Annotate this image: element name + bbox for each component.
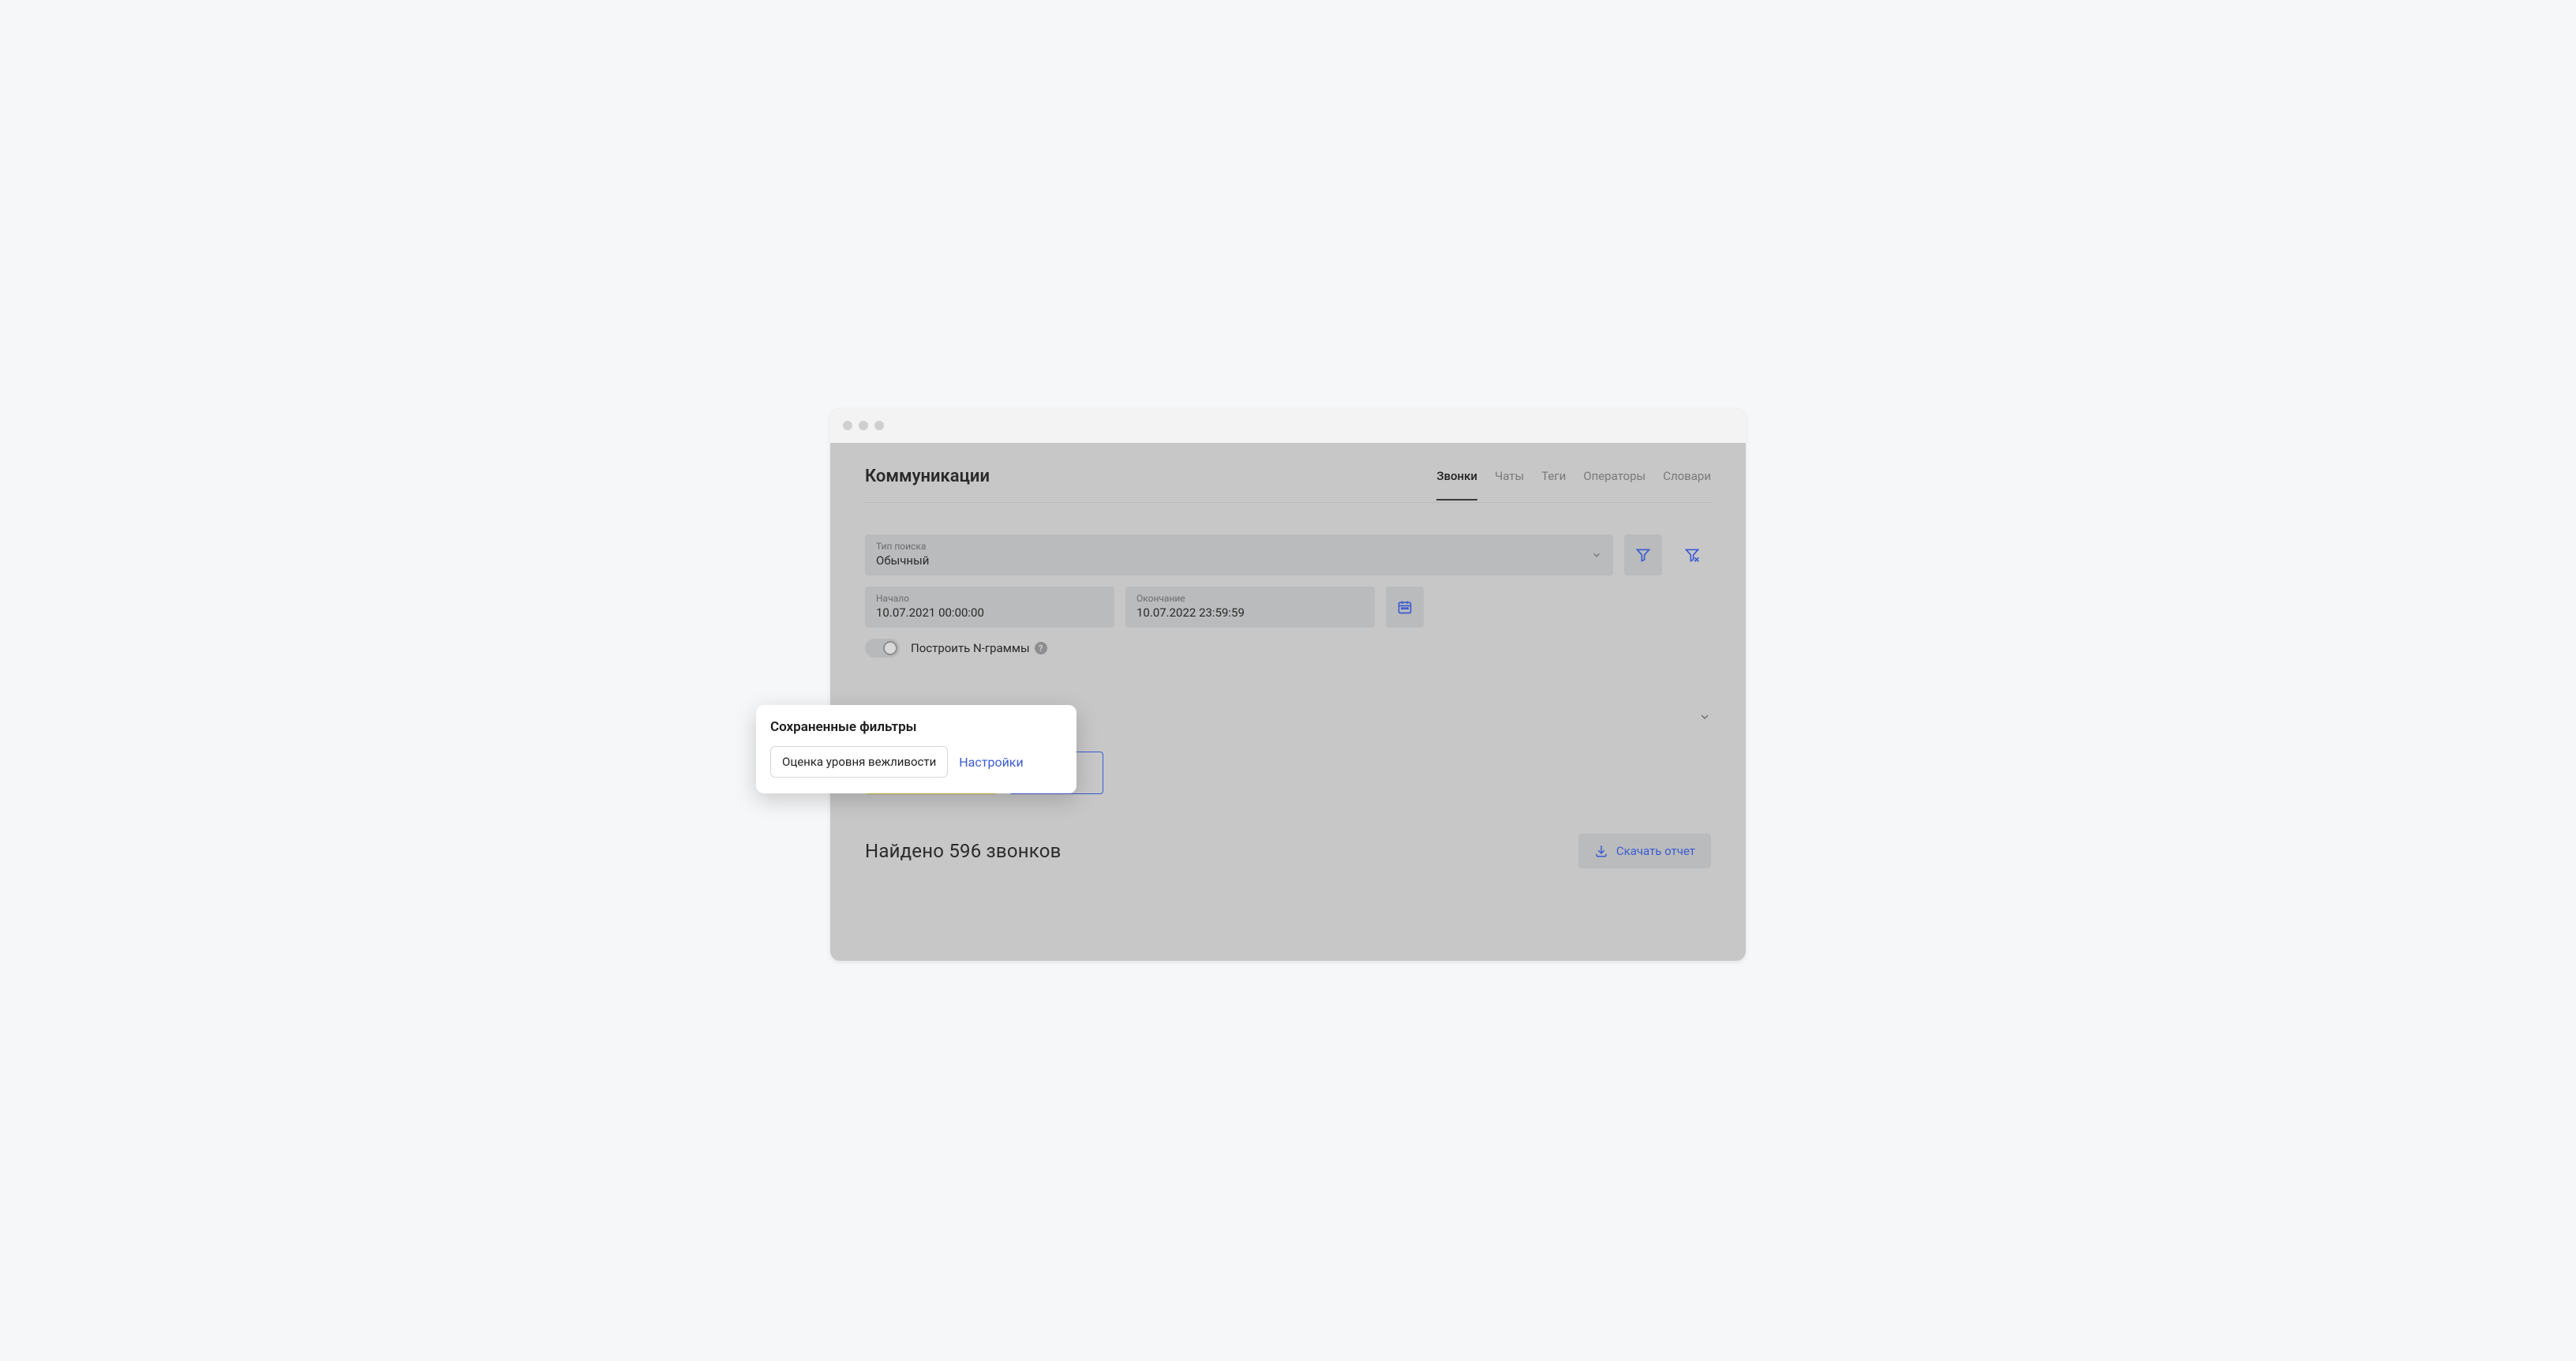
stage: Коммуникации Звонки Чаты Теги Операторы … (691, 366, 1885, 995)
filter-button[interactable] (1624, 534, 1662, 576)
tab-calls[interactable]: Звонки (1436, 469, 1477, 501)
filters-area: Тип поиска Обычный (865, 503, 1711, 868)
date-start-label: Начало (876, 593, 1103, 604)
ngram-label-text: Построить N-граммы (911, 641, 1030, 655)
ngram-row: Построить N-граммы ? (865, 639, 1711, 658)
download-label: Скачать отчет (1616, 844, 1695, 858)
app-window: Коммуникации Звонки Чаты Теги Операторы … (830, 408, 1746, 961)
saved-filter-chip[interactable]: Оценка уровня вежливости (770, 746, 948, 778)
search-type-row: Тип поиска Обычный (865, 534, 1711, 576)
date-end-label: Окончание (1136, 593, 1364, 604)
window-control-close[interactable] (843, 421, 852, 430)
content-area: Коммуникации Звонки Чаты Теги Операторы … (830, 443, 1746, 868)
chevron-down-icon (1698, 710, 1711, 723)
download-report-button[interactable]: Скачать отчет (1578, 834, 1711, 868)
popover-row: Оценка уровня вежливости Настройки (770, 746, 1062, 778)
calendar-button[interactable] (1386, 587, 1424, 628)
window-titlebar (830, 408, 1746, 443)
date-start-value: 10.07.2021 00:00:00 (876, 606, 1103, 620)
search-type-label: Тип поиска (876, 541, 1602, 552)
tab-chats[interactable]: Чаты (1495, 469, 1524, 501)
clear-filter-button[interactable] (1673, 534, 1711, 576)
help-icon[interactable]: ? (1035, 642, 1047, 654)
search-type-select[interactable]: Тип поиска Обычный (865, 534, 1613, 576)
page-title: Коммуникации (865, 467, 990, 486)
tab-operators[interactable]: Операторы (1583, 469, 1646, 501)
tabs: Звонки Чаты Теги Операторы Словари (1436, 469, 1711, 484)
results-row: Найдено 596 звонков Скачать отчет (865, 834, 1711, 868)
funnel-icon (1635, 547, 1651, 563)
date-row: Начало 10.07.2021 00:00:00 Окончание 10.… (865, 587, 1711, 628)
results-count: Найдено 596 звонков (865, 840, 1061, 862)
window-control-zoom[interactable] (874, 421, 884, 430)
ngram-toggle[interactable] (865, 639, 900, 658)
header-row: Коммуникации Звонки Чаты Теги Операторы … (865, 467, 1711, 503)
date-end-value: 10.07.2022 23:59:59 (1136, 606, 1364, 620)
toggle-knob (883, 641, 897, 655)
tab-dictionaries[interactable]: Словари (1663, 469, 1711, 501)
download-icon (1594, 844, 1608, 858)
calendar-icon (1397, 599, 1413, 615)
date-start-field[interactable]: Начало 10.07.2021 00:00:00 (865, 587, 1114, 628)
settings-link[interactable]: Настройки (959, 755, 1023, 770)
search-type-value: Обычный (876, 553, 1602, 568)
window-control-minimize[interactable] (859, 421, 868, 430)
date-end-field[interactable]: Окончание 10.07.2022 23:59:59 (1125, 587, 1375, 628)
ngram-label: Построить N-граммы ? (911, 641, 1047, 655)
popover-title: Сохраненные фильтры (770, 719, 1062, 735)
tab-tags[interactable]: Теги (1541, 469, 1566, 501)
funnel-clear-icon (1684, 547, 1700, 563)
saved-filters-popover: Сохраненные фильтры Оценка уровня вежлив… (756, 705, 1076, 793)
